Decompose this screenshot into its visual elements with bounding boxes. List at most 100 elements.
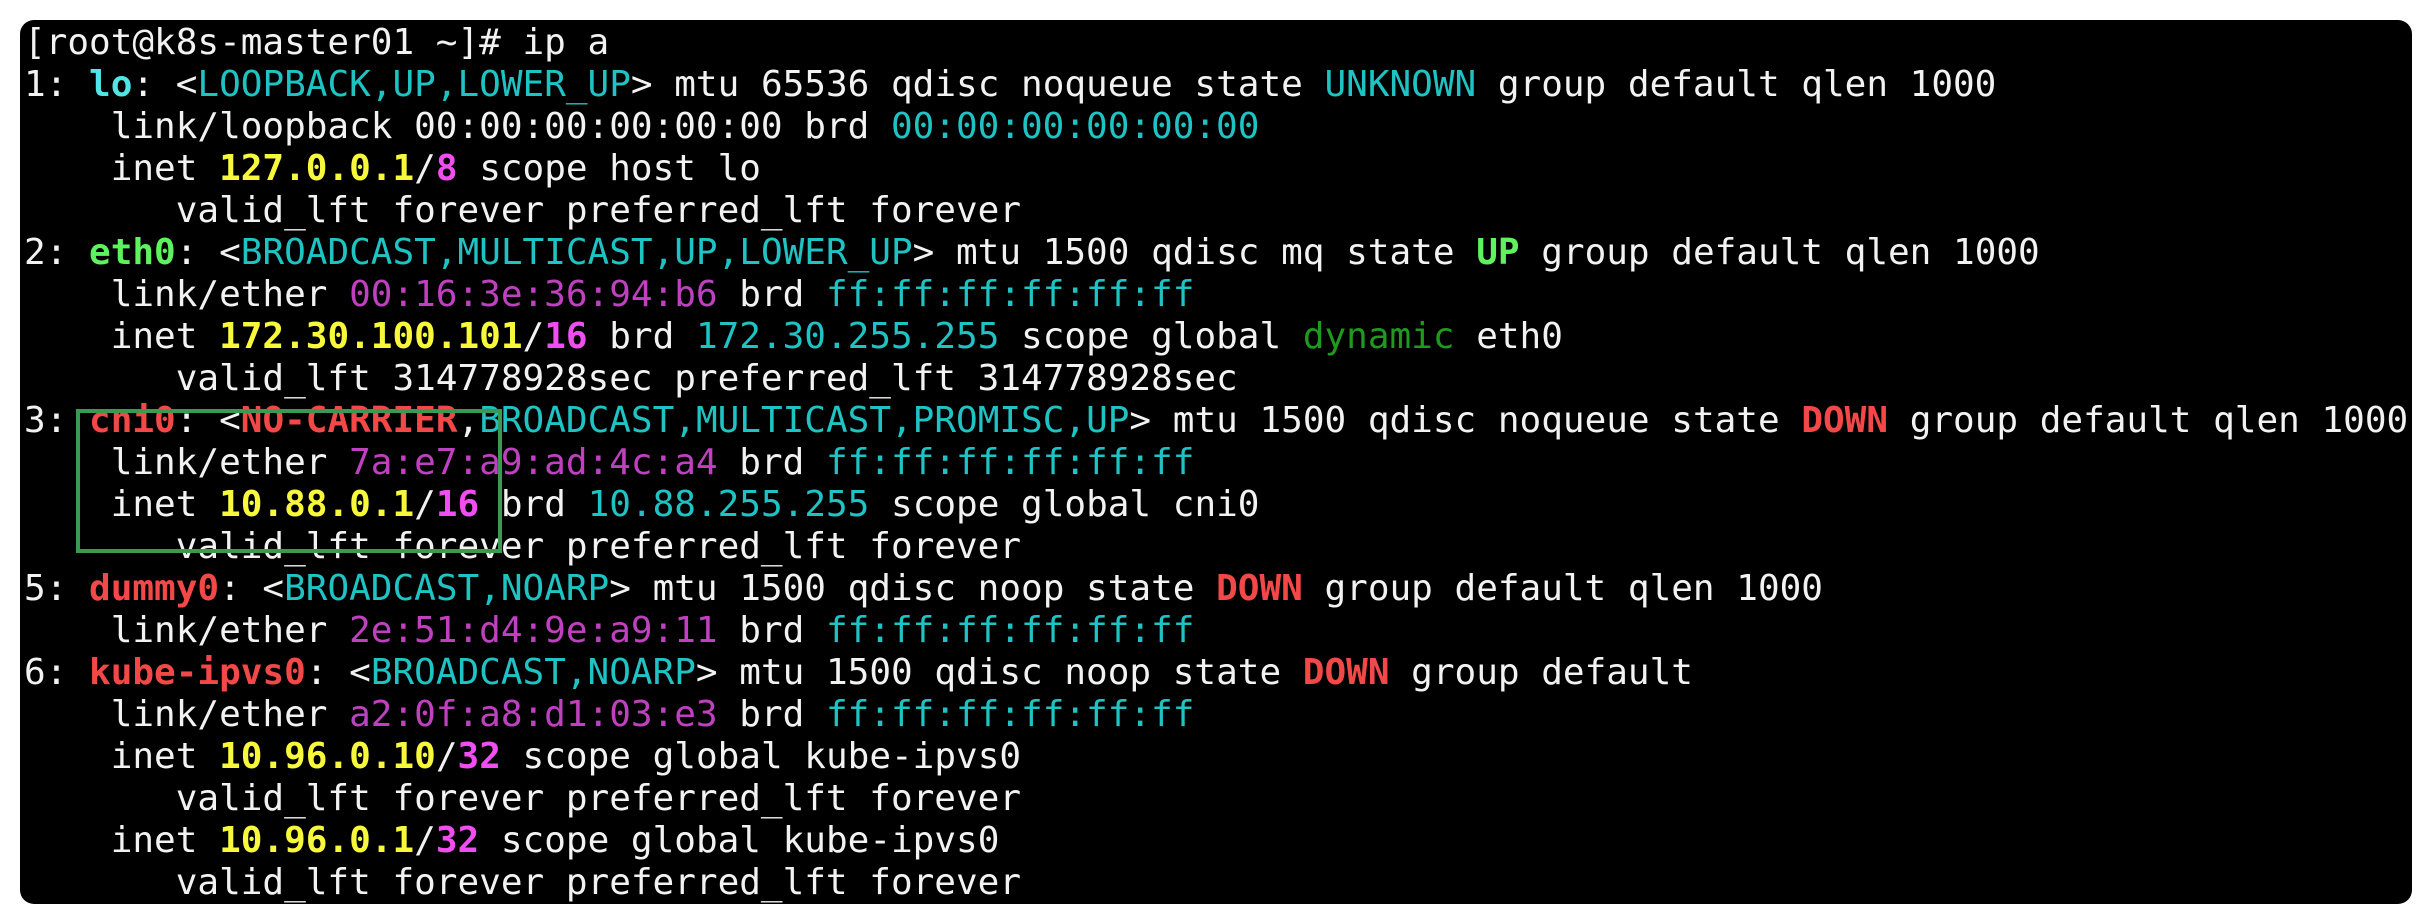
terminal-text-segment: link/ether (24, 274, 350, 315)
terminal-text-segment: brd (587, 316, 696, 357)
terminal-text-segment: group default (1389, 652, 1693, 693)
terminal-line-13: valid_lft forever preferred_lft forever (24, 526, 2408, 568)
terminal-text-segment: 10.88.255.255 (587, 484, 870, 525)
terminal-text-segment: brd (717, 274, 826, 315)
terminal-text-segment: inet (24, 736, 220, 777)
terminal-text-segment: NO-CARRIER (240, 400, 458, 441)
terminal-text-segment: 5: (24, 568, 90, 609)
terminal-text-segment: 16 (435, 484, 480, 525)
terminal-text-segment: : < (305, 652, 371, 693)
terminal-text-segment: link/ether (24, 694, 350, 735)
terminal-text-segment: 2: (24, 232, 90, 273)
terminal-line-20: inet 10.96.0.1/32 scope global kube-ipvs… (24, 820, 2408, 862)
terminal-text-segment: DOWN (1302, 652, 1390, 693)
terminal-text-segment: kube-ipvs0 (89, 652, 306, 693)
terminal-text-segment: 16 (544, 316, 588, 357)
terminal-text-segment: group default qlen 1000 (1476, 64, 1997, 105)
terminal-text-segment: : < (175, 232, 241, 273)
terminal-text-segment: > mtu 65536 qdisc noqueue state (630, 64, 1325, 105)
terminal-text-segment: group default qlen 1000 (1302, 568, 1823, 609)
terminal-text-segment: valid_lft forever preferred_lft forever (24, 190, 1021, 231)
terminal-text-segment: brd (717, 694, 826, 735)
terminal-text-segment: link/loopback 00:00:00:00:00:00 brd (24, 106, 891, 147)
terminal-line-4: inet 127.0.0.1/8 scope host lo (24, 148, 2408, 190)
terminal-text-segment: 7a:e7:a9:ad:4c:a4 (349, 442, 718, 483)
terminal-text-segment: > mtu 1500 qdisc noop state (695, 652, 1303, 693)
terminal-line-10: 3: cni0: <NO-CARRIER,BROADCAST,MULTICAST… (24, 400, 2408, 442)
terminal-text-segment: , (457, 400, 480, 441)
terminal-text-segment: UP (1476, 232, 1520, 273)
terminal-text-segment: BROADCAST,MULTICAST,PROMISC,UP (479, 400, 1130, 441)
terminal-text-segment: link/ether (24, 442, 350, 483)
terminal-text-segment: scope global kube-ipvs0 (479, 820, 1000, 861)
terminal-text-segment: 00:00:00:00:00:00 (890, 106, 1260, 147)
terminal-text-segment: ff:ff:ff:ff:ff:ff (825, 442, 1195, 483)
terminal-text-segment: 10.96.0.10 (219, 736, 436, 777)
terminal-text-segment: eth0 (1454, 316, 1563, 357)
terminal-text-segment: ff:ff:ff:ff:ff:ff (825, 274, 1195, 315)
terminal-text-segment: / (414, 820, 436, 861)
terminal-output[interactable]: [root@k8s-master01 ~]# ip a 1: lo: <LOOPB… (24, 22, 2408, 904)
terminal-window[interactable]: [root@k8s-master01 ~]# ip a 1: lo: <LOOPB… (20, 20, 2412, 904)
terminal-text-segment: valid_lft forever preferred_lft forever (24, 778, 1021, 819)
terminal-text-segment: cni0 (89, 400, 176, 441)
terminal-text-segment: BROADCAST,NOARP (370, 652, 696, 693)
terminal-text-segment: inet (24, 316, 220, 357)
terminal-text-segment: > mtu 1500 qdisc noqueue state (1129, 400, 1802, 441)
terminal-line-19: valid_lft forever preferred_lft forever (24, 778, 2408, 820)
terminal-text-segment: group default qlen 1000 (1519, 232, 2040, 273)
terminal-text-segment: lo (89, 64, 133, 105)
terminal-text-segment: 172.30.100.101 (219, 316, 523, 357)
terminal-text-segment: valid_lft 314778928sec preferred_lft 314… (24, 358, 1238, 399)
terminal-text-segment: 6: (24, 652, 90, 693)
terminal-text-segment: valid_lft forever preferred_lft forever (24, 862, 1021, 903)
terminal-text-segment: > mtu 1500 qdisc mq state (912, 232, 1477, 273)
terminal-text-segment: BROADCAST,MULTICAST,UP,LOWER_UP (240, 232, 913, 273)
terminal-text-segment: dynamic (1302, 316, 1455, 357)
terminal-text-segment: ff:ff:ff:ff:ff:ff (825, 610, 1195, 651)
terminal-text-segment: : < (219, 568, 285, 609)
terminal-line-21: valid_lft forever preferred_lft forever (24, 862, 2408, 904)
terminal-text-segment: brd (717, 442, 826, 483)
terminal-text-segment: inet (24, 148, 220, 189)
terminal-text-segment: DOWN (1801, 400, 1889, 441)
terminal-text-segment: scope global kube-ipvs0 (500, 736, 1022, 777)
terminal-text-segment: BROADCAST,NOARP (284, 568, 610, 609)
terminal-line-11: link/ether 7a:e7:a9:ad:4c:a4 brd ff:ff:f… (24, 442, 2408, 484)
terminal-text-segment: > mtu 1500 qdisc noop state (609, 568, 1217, 609)
terminal-text-segment: ff:ff:ff:ff:ff:ff (825, 694, 1195, 735)
terminal-text-segment: : < (175, 400, 241, 441)
terminal-text-segment: 10.96.0.1 (219, 820, 415, 861)
terminal-text-segment: / (414, 484, 436, 525)
terminal-text-segment: : < (132, 64, 198, 105)
terminal-line-18: inet 10.96.0.10/32 scope global kube-ipv… (24, 736, 2408, 778)
terminal-text-segment: 1: (24, 64, 90, 105)
terminal-text-segment: UNKNOWN (1324, 64, 1477, 105)
terminal-text-segment: 32 (457, 736, 501, 777)
terminal-text-segment: scope global cni0 (869, 484, 1260, 525)
terminal-text-segment: 00:16:3e:36:94:b6 (349, 274, 718, 315)
terminal-line-17: link/ether a2:0f:a8:d1:03:e3 brd ff:ff:f… (24, 694, 2408, 736)
terminal-line-1: [root@k8s-master01 ~]# ip a (24, 22, 2408, 64)
terminal-text-segment: 32 (435, 820, 480, 861)
terminal-text-segment: 127.0.0.1 (219, 148, 415, 189)
terminal-text-segment: scope host lo (457, 148, 761, 189)
terminal-line-12: inet 10.88.0.1/16 brd 10.88.255.255 scop… (24, 484, 2408, 526)
terminal-text-segment: scope global (999, 316, 1303, 357)
terminal-line-2: 1: lo: <LOOPBACK,UP,LOWER_UP> mtu 65536 … (24, 64, 2408, 106)
terminal-text-segment: group default qlen 1000 (1888, 400, 2409, 441)
terminal-text-segment: 8 (435, 148, 458, 189)
terminal-text-segment: valid_lft forever preferred_lft forever (24, 526, 1021, 567)
terminal-line-15: link/ether 2e:51:d4:9e:a9:11 brd ff:ff:f… (24, 610, 2408, 652)
terminal-line-6: 2: eth0: <BROADCAST,MULTICAST,UP,LOWER_U… (24, 232, 2408, 274)
terminal-text-segment: 172.30.255.255 (695, 316, 1000, 357)
terminal-text-segment: DOWN (1216, 568, 1303, 609)
terminal-text-segment: inet (24, 484, 220, 525)
terminal-line-9: valid_lft 314778928sec preferred_lft 314… (24, 358, 2408, 400)
terminal-text-segment: 3: (24, 400, 90, 441)
terminal-text-segment: brd (717, 610, 826, 651)
terminal-line-16: 6: kube-ipvs0: <BROADCAST,NOARP> mtu 150… (24, 652, 2408, 694)
terminal-text-segment: inet (24, 820, 220, 861)
terminal-text-segment: link/ether (24, 610, 350, 651)
terminal-text-segment: / (414, 148, 436, 189)
